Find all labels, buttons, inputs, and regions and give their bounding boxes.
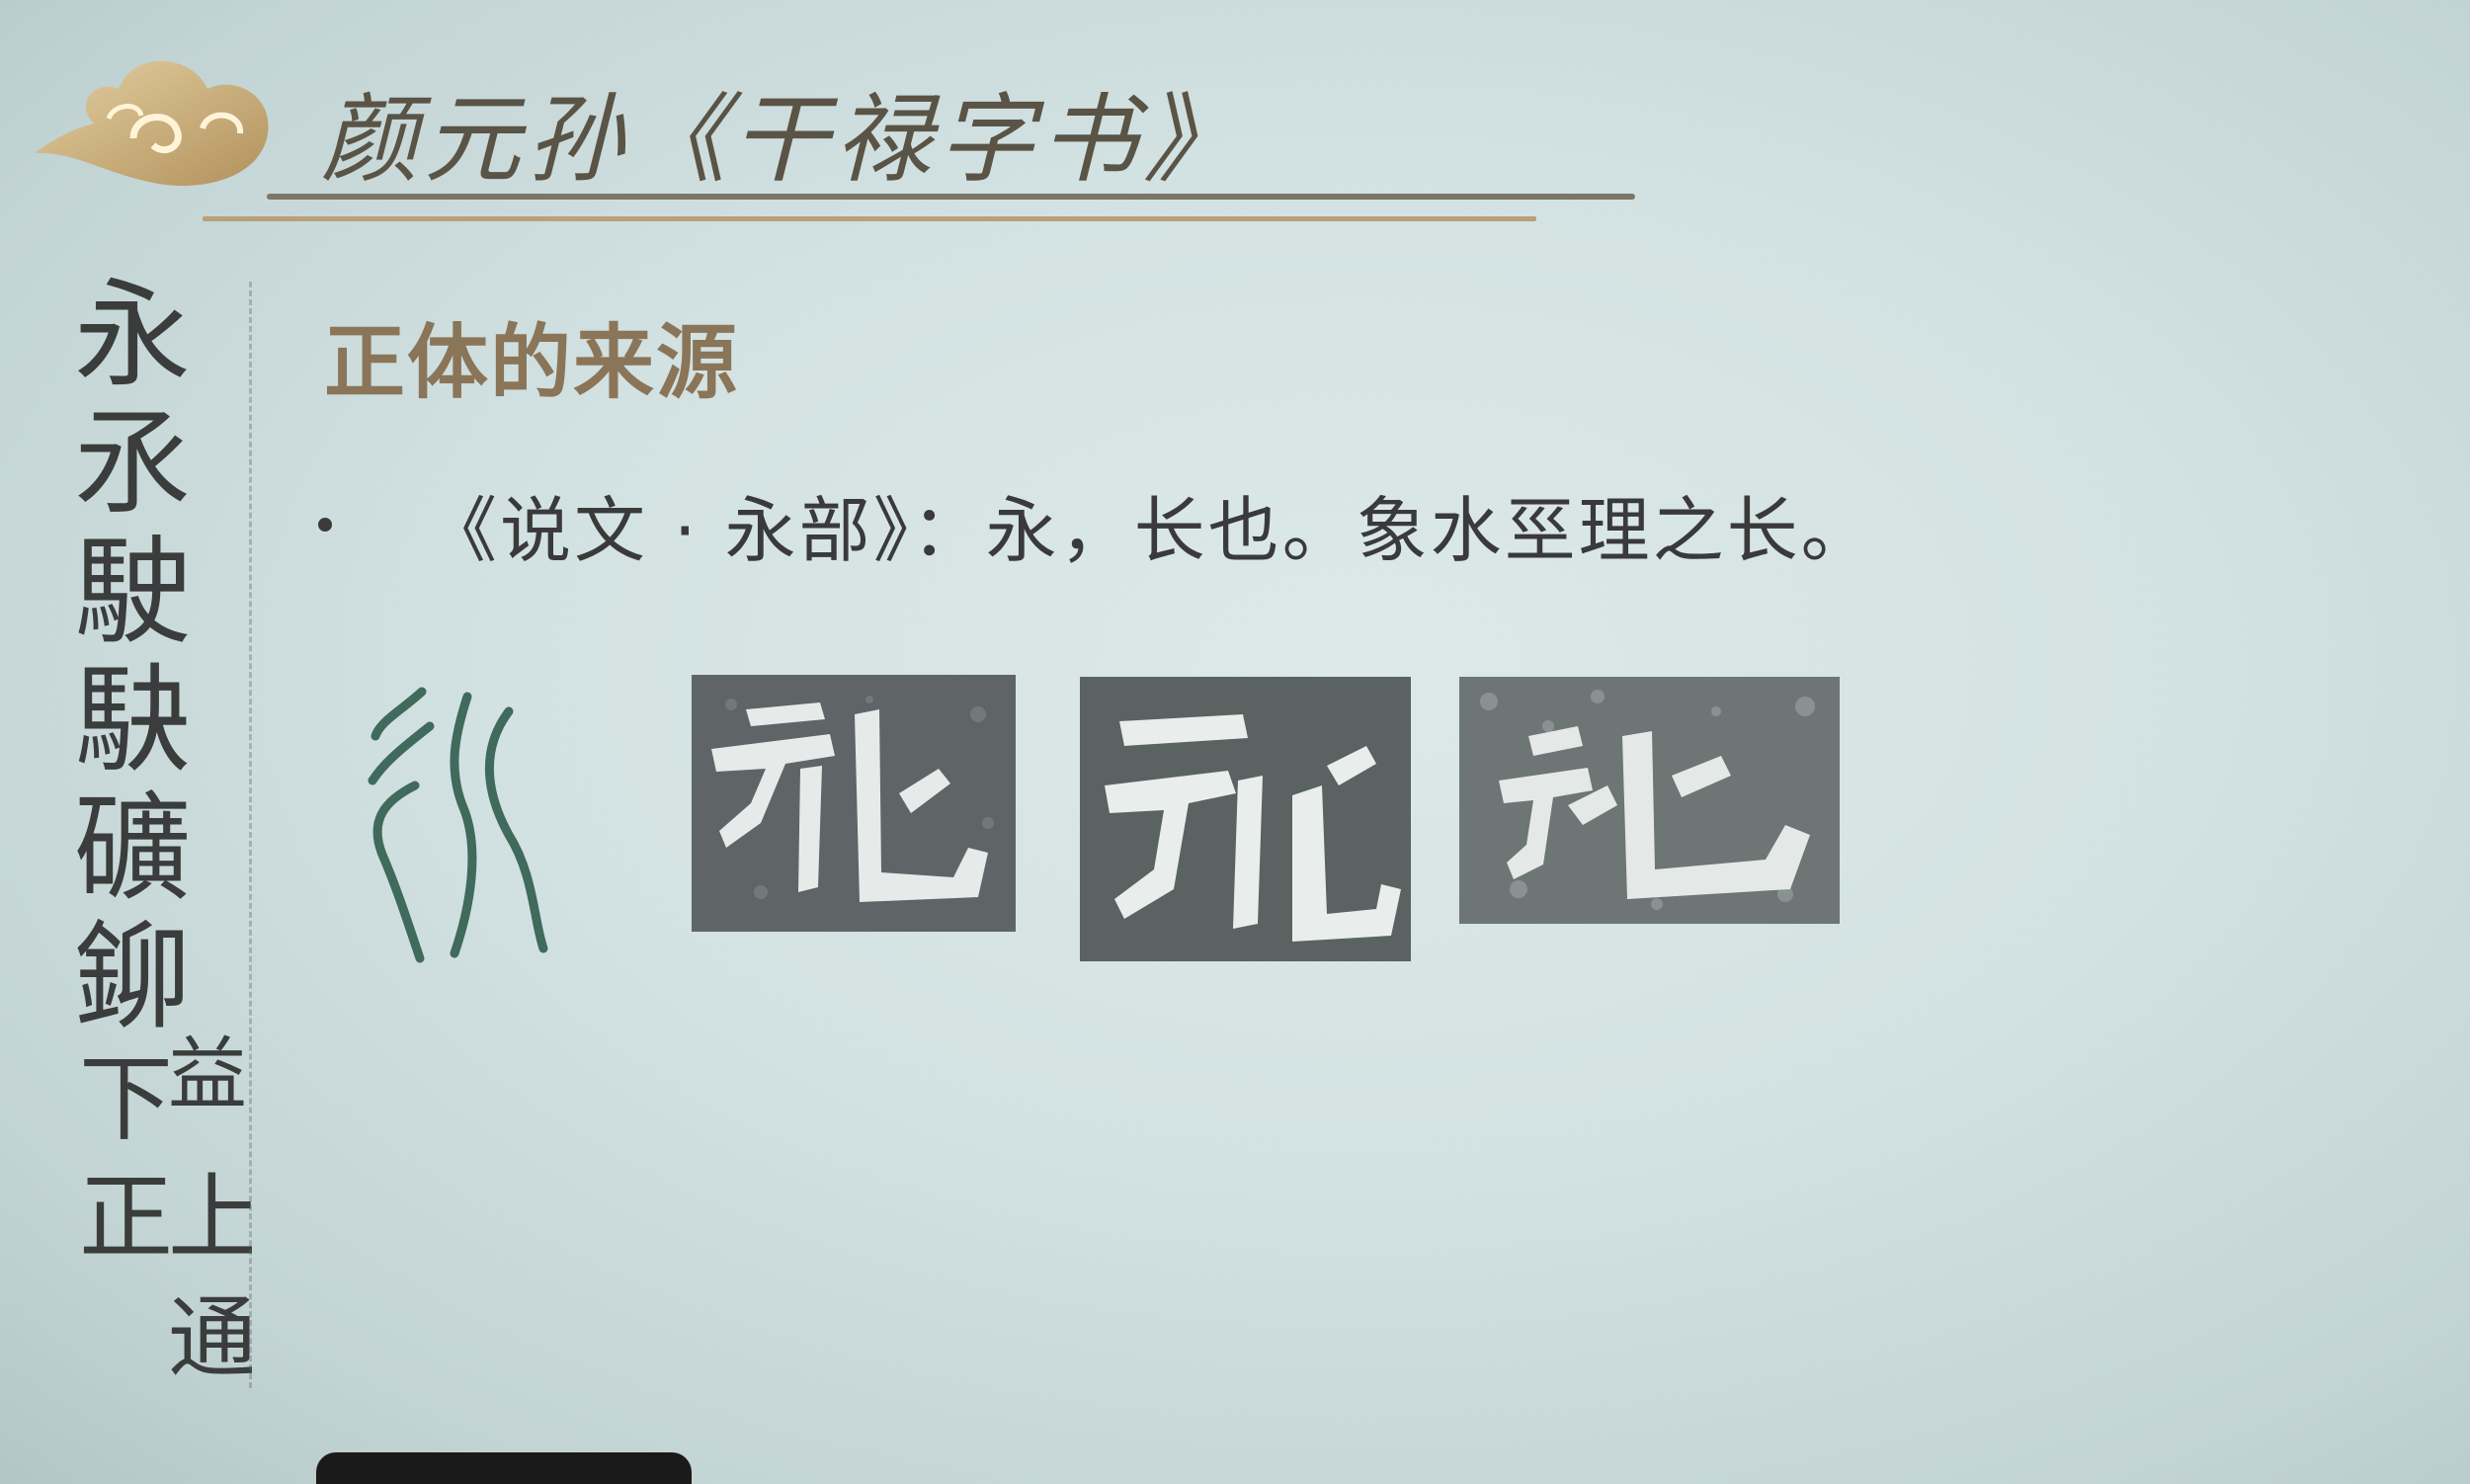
calligraphy-char: 益 bbox=[168, 1029, 247, 1120]
slide-title: 颜元孙《干禄字书》 bbox=[321, 84, 1247, 197]
title-rule-gold bbox=[203, 216, 1536, 221]
calligraphy-char: 駛 bbox=[74, 524, 191, 660]
calligraphy-char: 正 bbox=[79, 1164, 173, 1273]
rubbing-image-3 bbox=[1459, 677, 1840, 924]
auspicious-cloud-icon bbox=[15, 44, 282, 212]
seal-script-glyph-image bbox=[361, 677, 558, 973]
bullet-text: 《说文 · 永部》：永，长也。象水巠理之长。 bbox=[426, 489, 1875, 572]
calligraphy-column: 永 氶 駛 駃 礦 鉚 下 正 益 上 通 bbox=[74, 267, 262, 1408]
rubbing-image-2 bbox=[1080, 677, 1411, 961]
calligraphy-char: 通 bbox=[168, 1286, 252, 1390]
bullet-dot-icon bbox=[318, 517, 332, 532]
calligraphy-char: 礦 bbox=[74, 781, 191, 917]
calligraphy-char: 鉚 bbox=[74, 909, 191, 1045]
calligraphy-char: 永 bbox=[74, 272, 191, 403]
rubbing-image-1 bbox=[692, 675, 1016, 932]
title-rule-dark bbox=[267, 194, 1635, 200]
calligraphy-char: 上 bbox=[168, 1164, 252, 1273]
calligraphy-char: 駃 bbox=[74, 652, 191, 788]
projector-shadow bbox=[316, 1452, 692, 1484]
bullet-item: 《说文 · 永部》：永，长也。象水巠理之长。 bbox=[318, 472, 1875, 576]
section-heading: 正体的来源 bbox=[324, 316, 740, 410]
calligraphy-char: 下 bbox=[79, 1045, 173, 1154]
column-divider bbox=[249, 282, 252, 1388]
calligraphy-char: 氶 bbox=[74, 395, 191, 532]
